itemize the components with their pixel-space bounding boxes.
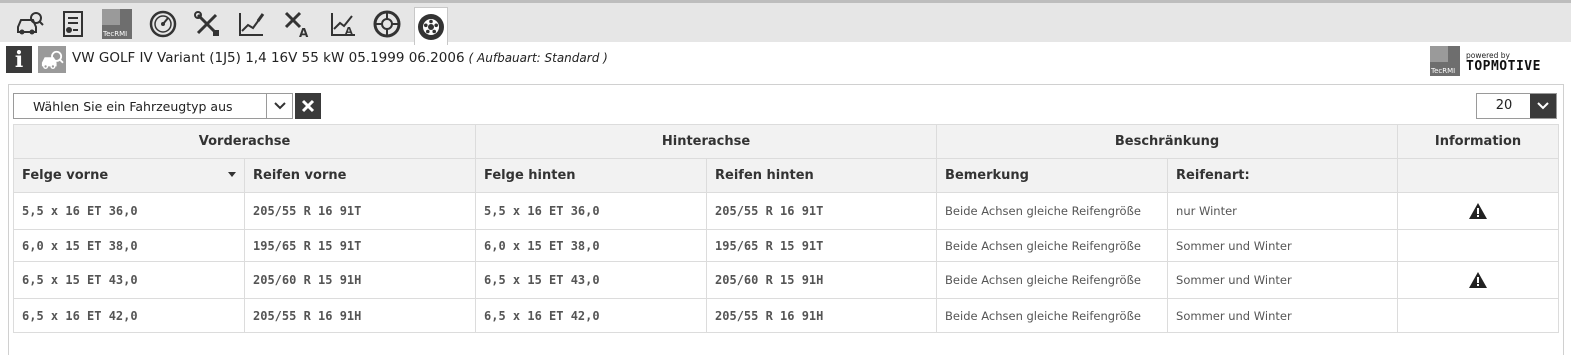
gauge-icon	[149, 10, 177, 38]
sort-arrow-icon	[228, 172, 236, 177]
tool-tires[interactable]	[414, 7, 448, 45]
cell-reifen-hinten: 205/55 R 16 91H	[706, 298, 938, 333]
group-header-front-axle: Vorderachse	[12, 124, 477, 159]
column-header-reifen-vorne[interactable]: Reifen vorne	[243, 158, 477, 193]
page-size-select[interactable]: 20	[1476, 93, 1557, 119]
tecrmi-tile-text: TecRMI	[103, 30, 128, 38]
group-header-information: Information	[1397, 124, 1560, 159]
cell-reifen-hinten: 195/65 R 15 91T	[706, 229, 938, 262]
info-button[interactable]: i	[6, 46, 32, 73]
cell-reifen-vorne: 195/65 R 15 91T	[243, 229, 477, 262]
chevron-down-icon	[273, 102, 286, 110]
column-header-reifenart[interactable]: Reifenart:	[1167, 158, 1399, 193]
column-header-label: Felge vorne	[22, 168, 109, 183]
cell-bemerkung: Beide Achsen gleiche Reifengröße	[936, 261, 1169, 299]
tool-gauge[interactable]	[146, 7, 180, 41]
cell-felge-vorne: 6,5 x 15 ET 43,0	[13, 261, 245, 299]
topmotive-logo: TOPMOTIVE	[1466, 59, 1541, 74]
module-toolbar: TecRMI A A	[0, 0, 1571, 45]
table-row[interactable]: 6,5 x 16 ET 42,0 205/55 R 16 91H 6,5 x 1…	[13, 298, 1560, 333]
vehicle-body-type: ( Aufbauart: Standard )	[468, 51, 608, 65]
cell-bemerkung: Beide Achsen gleiche Reifengröße	[936, 192, 1169, 230]
tire-icon	[418, 13, 444, 40]
column-header-reifen-hinten[interactable]: Reifen hinten	[706, 158, 938, 193]
tool-wheel[interactable]	[370, 7, 404, 41]
cell-felge-vorne: 6,5 x 16 ET 42,0	[13, 298, 245, 333]
brand-logo: TecRMI powered by TOPMOTIVE	[1430, 46, 1562, 76]
cell-reifenart: Sommer und Winter	[1167, 261, 1399, 299]
svg-text:A: A	[345, 26, 353, 37]
chevron-down-icon	[1537, 102, 1549, 110]
tool-repair[interactable]	[190, 7, 224, 41]
cell-bemerkung: Beide Achsen gleiche Reifengröße	[936, 298, 1169, 333]
column-header-felge-vorne[interactable]: Felge vorne	[13, 158, 245, 193]
service-chart-a-icon: A	[331, 13, 355, 37]
car-search-icon	[17, 12, 44, 35]
cell-reifen-hinten: 205/60 R 15 91H	[706, 261, 938, 299]
tecrmi-logo-text: TecRMI	[1431, 67, 1456, 75]
cell-information	[1397, 192, 1560, 230]
column-header-information-empty	[1397, 158, 1560, 193]
cell-information	[1397, 229, 1560, 262]
vehicle-name: VW GOLF IV Variant (1J5) 1,4 16V 55 kW 0…	[72, 50, 465, 66]
cell-reifen-vorne: 205/60 R 15 91H	[243, 261, 477, 299]
cell-felge-hinten: 6,5 x 15 ET 43,0	[475, 261, 708, 299]
tool-service-chart[interactable]	[234, 7, 268, 41]
cell-reifenart: nur Winter	[1167, 192, 1399, 230]
page-size-dropdown-toggle[interactable]	[1530, 94, 1556, 118]
cell-reifen-hinten: 205/55 R 16 91T	[706, 192, 938, 230]
tool-repair-a[interactable]: A	[280, 7, 314, 41]
tool-car-search[interactable]	[12, 7, 46, 41]
car-search-icon	[41, 50, 64, 69]
document-list-icon	[63, 11, 83, 37]
tire-table: Vorderachse Hinterachse Beschränkung Inf…	[12, 124, 1560, 333]
vehicle-search-button[interactable]	[38, 46, 66, 73]
cell-information	[1397, 298, 1560, 333]
tecrmi-logo-icon: TecRMI	[1430, 46, 1460, 76]
column-header-bemerkung[interactable]: Bemerkung	[936, 158, 1169, 193]
vehicle-type-select[interactable]: Wählen Sie ein Fahrzeugtyp aus	[13, 93, 293, 119]
cell-reifen-vorne: 205/55 R 16 91T	[243, 192, 477, 230]
vehicle-type-select-label: Wählen Sie ein Fahrzeugtyp aus	[33, 99, 233, 114]
wheel-icon	[373, 10, 401, 38]
info-icon: i	[14, 46, 24, 73]
tool-documents[interactable]	[56, 7, 90, 41]
table-row[interactable]: 6,0 x 15 ET 38,0 195/65 R 15 91T 6,0 x 1…	[13, 229, 1560, 262]
warning-icon[interactable]	[1469, 203, 1488, 219]
cell-felge-vorne: 6,0 x 15 ET 38,0	[13, 229, 245, 262]
cell-information	[1397, 261, 1560, 299]
cell-felge-hinten: 5,5 x 16 ET 36,0	[475, 192, 708, 230]
service-chart-icon	[239, 13, 265, 36]
tools-icon	[194, 11, 219, 36]
table-row[interactable]: 6,5 x 15 ET 43,0 205/60 R 15 91H 6,5 x 1…	[13, 261, 1560, 299]
tool-service-chart-a[interactable]: A	[326, 7, 360, 41]
svg-text:A: A	[299, 26, 309, 39]
select-dropdown-toggle[interactable]	[266, 94, 292, 118]
vehicle-title: VW GOLF IV Variant (1J5) 1,4 16V 55 kW 0…	[72, 50, 608, 66]
cell-felge-hinten: 6,0 x 15 ET 38,0	[475, 229, 708, 262]
tecrmi-logo-icon: TecRMI	[102, 9, 132, 39]
warning-icon[interactable]	[1469, 272, 1488, 288]
page-size-value: 20	[1495, 98, 1513, 113]
tools-a-icon: A	[284, 11, 309, 39]
cell-felge-hinten: 6,5 x 16 ET 42,0	[475, 298, 708, 333]
cell-reifenart: Sommer und Winter	[1167, 298, 1399, 333]
cell-felge-vorne: 5,5 x 16 ET 36,0	[13, 192, 245, 230]
cell-bemerkung: Beide Achsen gleiche Reifengröße	[936, 229, 1169, 262]
column-header-felge-hinten[interactable]: Felge hinten	[475, 158, 708, 193]
table-row[interactable]: 5,5 x 16 ET 36,0 205/55 R 16 91T 5,5 x 1…	[13, 192, 1560, 230]
cell-reifen-vorne: 205/55 R 16 91H	[243, 298, 477, 333]
clear-filter-button[interactable]	[295, 93, 321, 119]
group-header-restriction: Beschränkung	[936, 124, 1399, 159]
tool-tecrmi[interactable]: TecRMI	[100, 7, 134, 41]
close-icon	[301, 99, 315, 113]
cell-reifenart: Sommer und Winter	[1167, 229, 1399, 262]
group-header-rear-axle: Hinterachse	[475, 124, 938, 159]
